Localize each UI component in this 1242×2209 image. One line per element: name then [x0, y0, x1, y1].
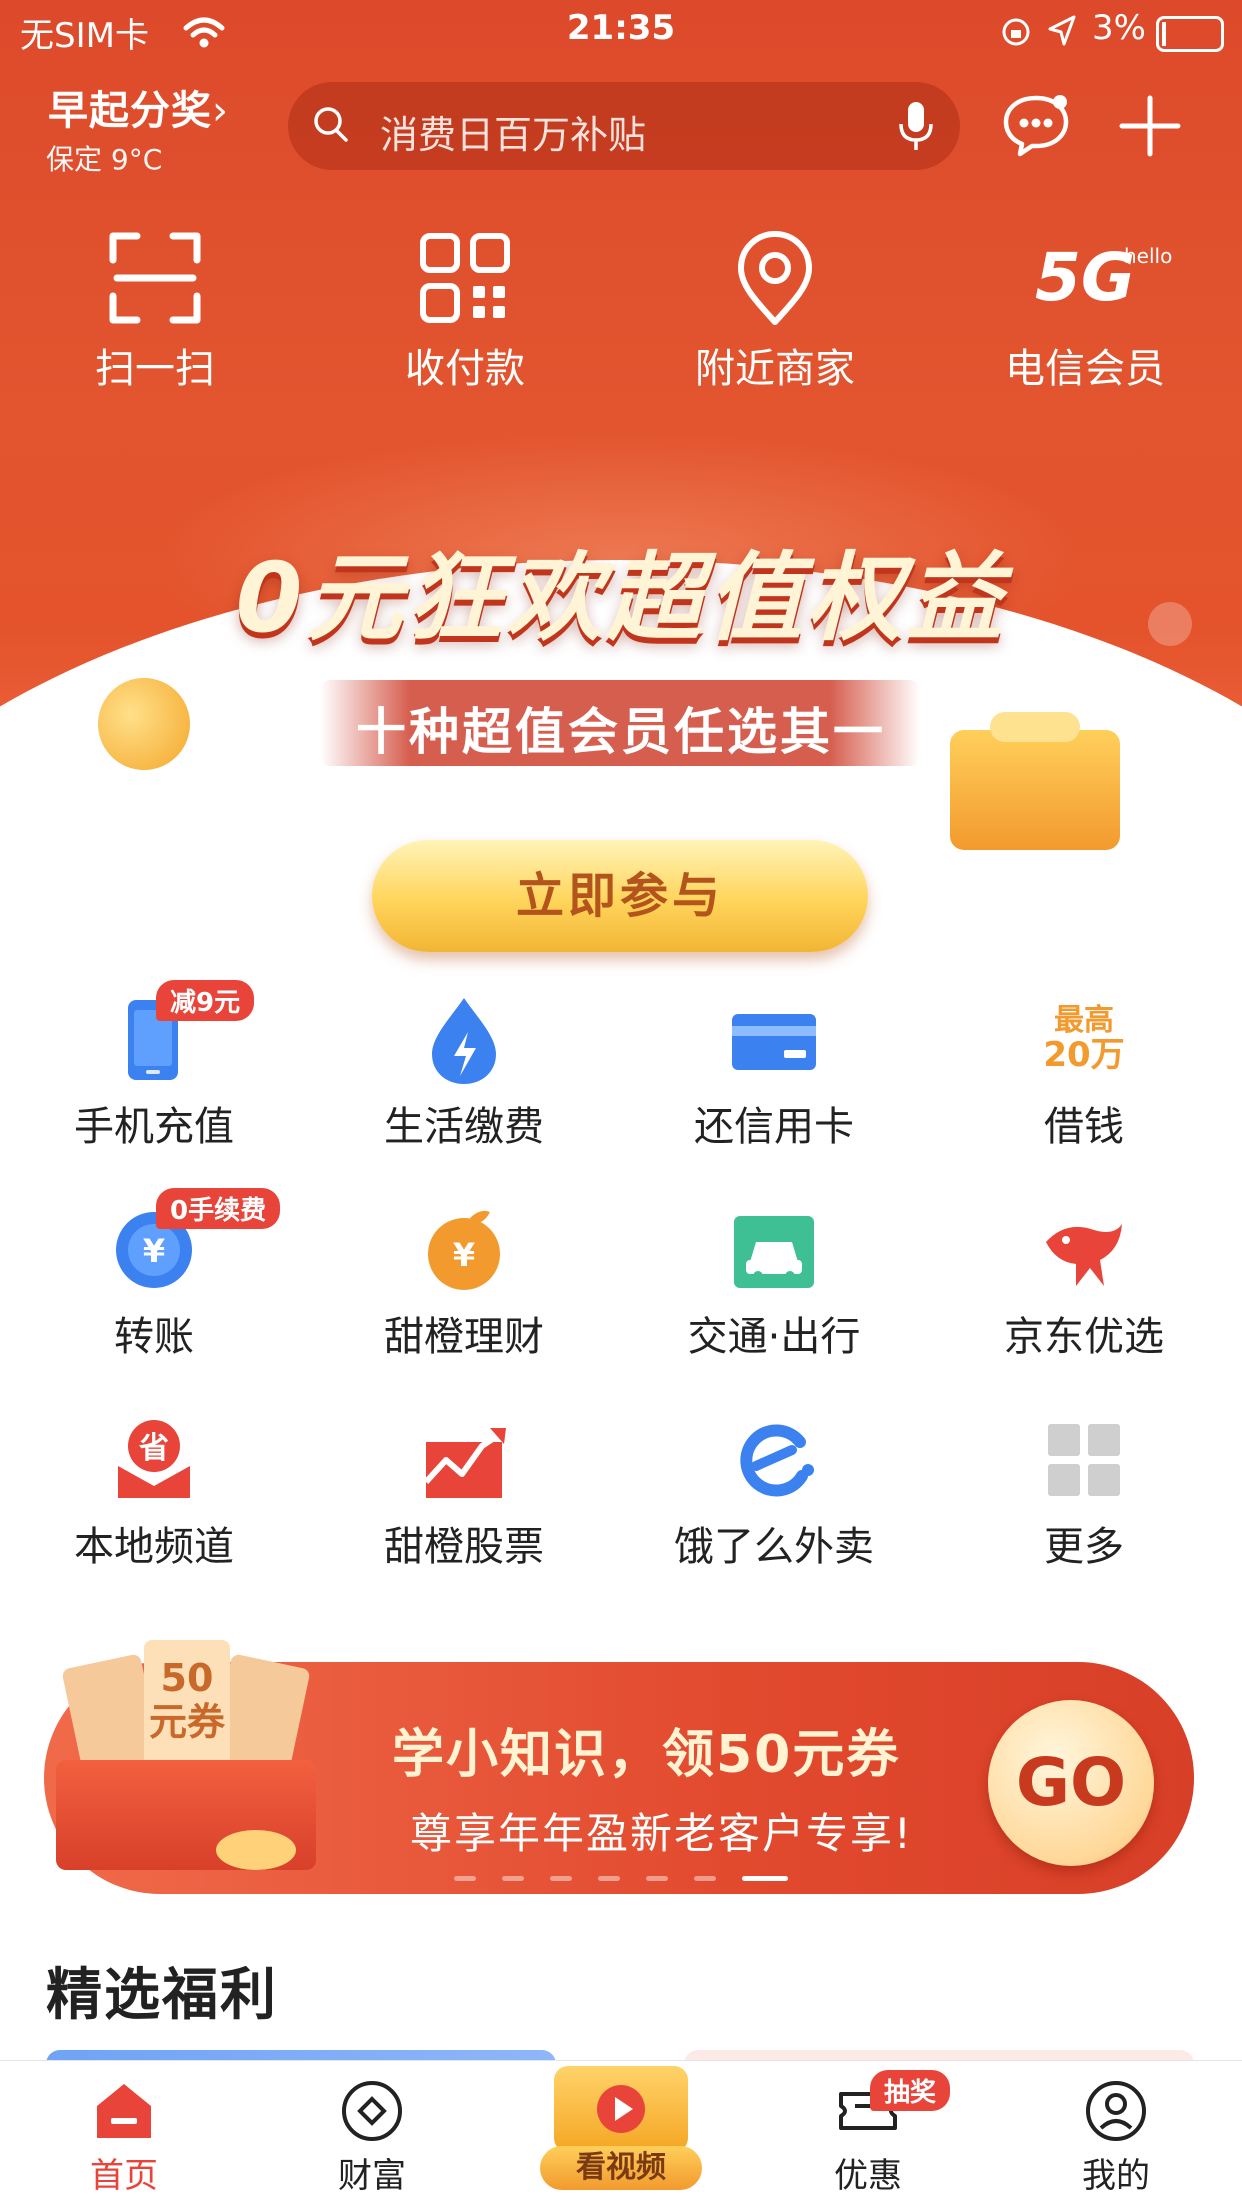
- quick-action-nearby[interactable]: 附近商家: [660, 230, 890, 394]
- quick-action-member[interactable]: 5G hello 电信会员: [970, 230, 1200, 394]
- carousel-dot: [550, 1876, 572, 1881]
- banner-title: 0元狂欢超值权益: [235, 542, 1007, 654]
- carousel-dot: [598, 1876, 620, 1881]
- orange-finance-icon: ¥: [428, 1210, 500, 1290]
- local-icon: 省: [118, 1420, 190, 1498]
- stock-chart-icon: [423, 1428, 506, 1498]
- service-jd[interactable]: 京东优选: [934, 1202, 1234, 1362]
- go-button[interactable]: GO: [988, 1700, 1154, 1866]
- service-phone-recharge[interactable]: 手机充值 减9元: [4, 980, 304, 1152]
- join-now-button[interactable]: 立即参与: [372, 840, 868, 952]
- car-icon: [734, 1216, 814, 1288]
- eleme-bubble-decoration: [210, 818, 262, 870]
- coupon-gift-illustration: 50元券: [36, 1640, 336, 1900]
- carousel-dot: [502, 1876, 524, 1881]
- message-icon[interactable]: [1000, 92, 1072, 158]
- svg-text:省: 省: [139, 1431, 169, 1466]
- service-stock[interactable]: 甜橙股票: [314, 1412, 614, 1572]
- grid-more-icon: [1048, 1424, 1120, 1496]
- video-tab-label: 看视频: [540, 2146, 702, 2190]
- service-transport[interactable]: 交通·出行: [624, 1202, 924, 1362]
- loan-icon: 最高 20万: [1043, 1003, 1125, 1075]
- tab-profile[interactable]: 我的: [1016, 2078, 1216, 2197]
- tab-home[interactable]: 首页: [24, 2078, 224, 2197]
- add-icon[interactable]: [1118, 94, 1182, 158]
- carousel-dot: [646, 1876, 668, 1881]
- home-icon: [97, 2084, 151, 2138]
- promo-subtitle: 尊享年年盈新老客户专享!: [410, 1809, 913, 1858]
- promo-title: 学小知识，领50元券: [392, 1725, 901, 1785]
- profile-icon: [1086, 2081, 1146, 2141]
- wealth-icon: [342, 2081, 402, 2141]
- location-icon: [738, 231, 812, 325]
- discount-badge: 减9元: [156, 980, 255, 1021]
- water-drop-icon: [432, 998, 496, 1084]
- video-tv-icon: [554, 2066, 688, 2152]
- carousel-dot-active: [742, 1876, 788, 1881]
- tab-wealth[interactable]: 财富: [272, 2078, 472, 2197]
- service-transfer[interactable]: ¥ 转账 0手续费: [4, 1188, 304, 1362]
- lottery-badge: 抽奖: [870, 2070, 951, 2111]
- weather-info: 保定 9°C: [46, 143, 163, 176]
- service-more[interactable]: 更多: [934, 1412, 1234, 1572]
- search-placeholder: 消费日百万补贴: [380, 113, 647, 157]
- carousel-dot: [694, 1876, 716, 1881]
- svg-text:¥: ¥: [453, 1236, 475, 1274]
- tab-offers[interactable]: 优惠 抽奖: [768, 2070, 968, 2197]
- jd-dog-icon: [1046, 1224, 1122, 1286]
- credit-card-icon: [732, 1014, 816, 1070]
- search-bar[interactable]: 消费日百万补贴: [288, 82, 960, 170]
- service-loan[interactable]: 最高 20万 借钱: [934, 992, 1234, 1152]
- 5g-icon: 5G hello: [1034, 239, 1173, 316]
- search-icon: [314, 107, 348, 142]
- service-eleme[interactable]: 饿了么外卖: [624, 1412, 924, 1572]
- rotation-lock-icon: [1002, 18, 1030, 46]
- quick-action-payment[interactable]: 收付款: [350, 230, 580, 394]
- qrcode-icon: [420, 233, 510, 323]
- eleme-icon: [740, 1424, 814, 1497]
- section-title: 精选福利: [46, 1963, 278, 2028]
- service-credit-card[interactable]: 还信用卡: [624, 992, 924, 1152]
- weather-promo-link[interactable]: 早起分奖›: [48, 78, 229, 136]
- location-arrow-icon: [1048, 15, 1076, 46]
- banner-subtitle: 十种超值会员任选其一: [356, 703, 886, 761]
- service-local-channel[interactable]: 省 本地频道: [4, 1412, 304, 1572]
- service-orange-finance[interactable]: ¥ 甜橙理财: [314, 1202, 614, 1362]
- scan-icon: [109, 232, 201, 324]
- carousel-dot: [454, 1876, 476, 1881]
- quick-action-scan[interactable]: 扫一扫: [40, 230, 270, 394]
- battery-percent: 3%: [1092, 8, 1146, 48]
- service-utility-bills[interactable]: 生活缴费: [314, 992, 614, 1152]
- battery-icon: [1156, 16, 1224, 52]
- tab-video[interactable]: 看视频: [540, 2058, 702, 2190]
- svg-text:¥: ¥: [143, 1232, 165, 1270]
- microphone-icon[interactable]: [898, 100, 934, 152]
- no-fee-badge: 0手续费: [156, 1188, 281, 1229]
